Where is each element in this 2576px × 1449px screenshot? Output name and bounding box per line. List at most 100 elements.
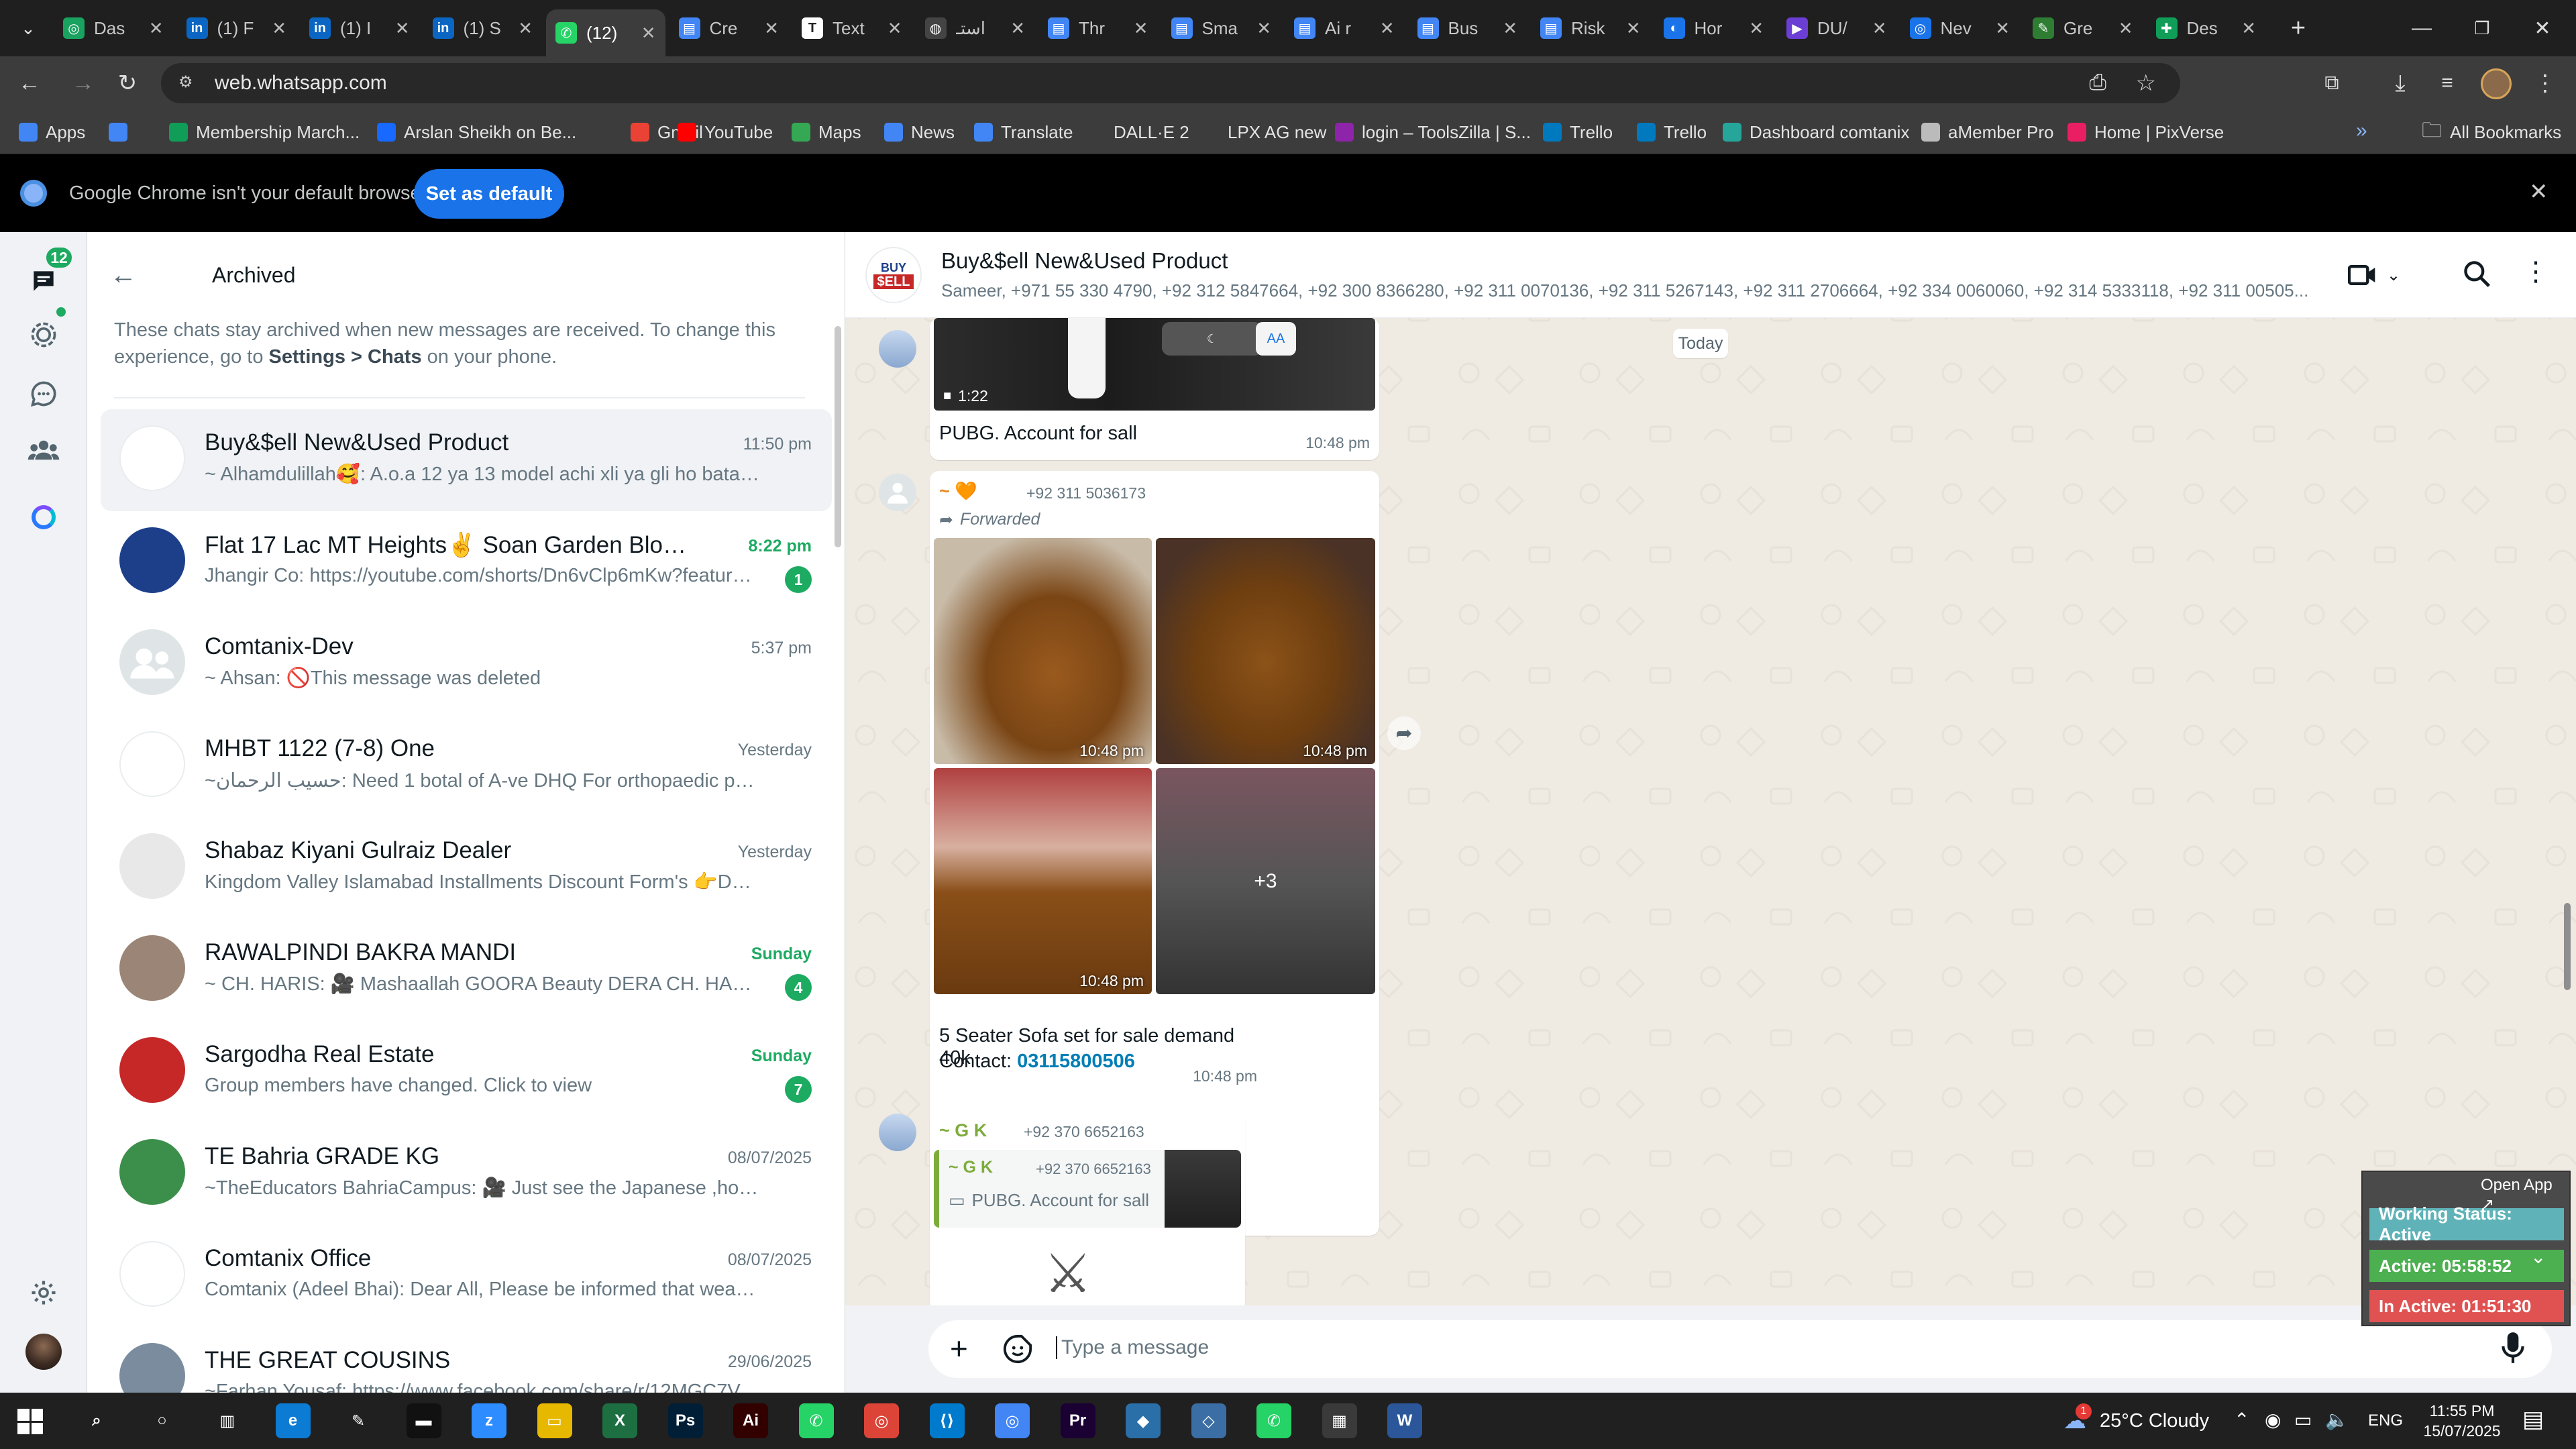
meta-ai-icon[interactable] bbox=[24, 498, 63, 537]
video-call-dropdown[interactable]: ⌄ bbox=[2348, 262, 2408, 288]
forward-icon[interactable]: → bbox=[67, 67, 99, 99]
start-button[interactable] bbox=[17, 1409, 43, 1434]
chat-avatar[interactable] bbox=[119, 425, 185, 491]
browser-tab[interactable]: ▤ Thr ✕ bbox=[1038, 9, 1158, 47]
site-info-icon[interactable]: ⚙ bbox=[178, 72, 200, 94]
bookmark-item[interactable]: login – ToolsZilla | S... bbox=[1335, 118, 1531, 146]
conversation-header[interactable]: BUY $ELL Buy&$ell New&Used Product Samee… bbox=[845, 232, 2576, 318]
browser-tab[interactable]: in (1) F ✕ bbox=[177, 9, 297, 47]
browser-tab[interactable]: ◎ Nev ✕ bbox=[1900, 9, 2020, 47]
profile-avatar[interactable] bbox=[2481, 68, 2512, 99]
message-bubble-reply[interactable]: ~ G K +92 370 6652163 ~ G K +92 370 6652… bbox=[930, 1111, 1245, 1312]
browser-tab[interactable]: ▶ DU/ ✕ bbox=[1777, 9, 1896, 47]
premiere-icon[interactable]: Pr bbox=[1060, 1403, 1095, 1438]
bookmark-item[interactable]: Apps bbox=[19, 118, 85, 146]
tab-close-icon[interactable]: ✕ bbox=[1872, 18, 1887, 39]
chat-avatar[interactable] bbox=[119, 935, 185, 1001]
chat-row[interactable]: Sargodha Real Estate Sunday Group members … bbox=[101, 1021, 832, 1123]
clock[interactable]: 11:55 PM 15/07/2025 bbox=[2415, 1401, 2509, 1441]
chrome-icon[interactable]: ◎ bbox=[864, 1403, 899, 1438]
browser-tab[interactable]: in (1) S ✕ bbox=[423, 9, 543, 47]
tab-close-icon[interactable]: ✕ bbox=[1134, 18, 1148, 39]
contact-phone-link[interactable]: 03115800506 bbox=[1017, 1051, 1135, 1072]
chat-avatar[interactable] bbox=[119, 1343, 185, 1393]
message-caption[interactable]: 5 Seater Sofa set for sale demand 40k Co… bbox=[930, 997, 1265, 1091]
set-as-default-button[interactable]: Set as default bbox=[414, 169, 564, 219]
tab-close-icon[interactable]: ✕ bbox=[149, 18, 164, 39]
bookmark-star-icon[interactable]: ☆ bbox=[2136, 70, 2156, 97]
chat-row[interactable]: Comtanix Office 08/07/2025 Comtanix (Adeel… bbox=[101, 1225, 832, 1327]
bookmark-item[interactable]: Membership March... bbox=[169, 118, 360, 146]
browser-tab[interactable]: ◎ Das ✕ bbox=[54, 9, 173, 47]
chat-row[interactable]: Comtanix-Dev 5:37 pm ~ Ahsan: 🚫This messag… bbox=[101, 613, 832, 715]
sender-name[interactable]: ~ 🧡 bbox=[939, 480, 977, 502]
tab-close-icon[interactable]: ✕ bbox=[395, 18, 410, 39]
browser-tab[interactable]: ▤ Ai r ✕ bbox=[1285, 9, 1404, 47]
show-hidden-icons[interactable]: ⌃ bbox=[2234, 1409, 2249, 1431]
file-explorer-icon[interactable]: ▭ bbox=[537, 1403, 572, 1438]
bookmark-item[interactable]: Translate bbox=[974, 118, 1073, 146]
chat-row[interactable]: TE Bahria GRADE KG 08/07/2025 ~TheEducator… bbox=[101, 1123, 832, 1225]
bookmark-item[interactable]: aMember Pro bbox=[1921, 118, 2054, 146]
chat-avatar[interactable] bbox=[119, 731, 185, 797]
photo-sofa-1[interactable]: 10:48 pm bbox=[934, 538, 1152, 764]
illustrator-icon[interactable]: Ai bbox=[733, 1403, 768, 1438]
browser-tab[interactable]: ✚ Des ✕ bbox=[2147, 9, 2266, 47]
group-avatar[interactable]: BUY $ELL bbox=[865, 247, 922, 303]
bookmark-item[interactable]: Trello bbox=[1637, 118, 1707, 146]
chat-row[interactable]: Flat 17 Lac MT Heights✌️ Soan Garden Blo… bbox=[101, 511, 832, 613]
chat-avatar[interactable] bbox=[119, 833, 185, 899]
close-infobar-icon[interactable]: ✕ bbox=[2529, 178, 2548, 205]
bookmark-item[interactable]: DALL·E 2 bbox=[1087, 118, 1189, 146]
browser-tab[interactable]: T Text ✕ bbox=[792, 9, 912, 47]
vscode-icon[interactable]: ⟨⟩ bbox=[929, 1403, 965, 1438]
sender-avatar[interactable] bbox=[879, 1114, 916, 1151]
bookmark-item[interactable]: YouTube bbox=[678, 118, 773, 146]
browser-tab[interactable]: ◐ Hor ✕ bbox=[1654, 9, 1774, 47]
back-arrow-icon[interactable]: ← bbox=[110, 260, 137, 290]
tab-close-icon[interactable]: ✕ bbox=[1995, 18, 2010, 39]
browser-tab[interactable]: in (1) I ✕ bbox=[300, 9, 419, 47]
tab-close-icon[interactable]: ✕ bbox=[518, 18, 533, 39]
sender-avatar[interactable] bbox=[879, 474, 916, 511]
network-icon[interactable]: ▭ bbox=[2294, 1409, 2312, 1431]
chat-row[interactable]: Shabaz Kiyani Gulraiz Dealer Yesterday Kin… bbox=[101, 817, 832, 919]
chat-row[interactable]: Buy&$ell New&Used Product 11:50 pm ~ Alham… bbox=[101, 409, 832, 511]
message-input[interactable]: + Type a message bbox=[928, 1320, 2552, 1378]
notifications-icon[interactable]: ▤ bbox=[2522, 1406, 2544, 1433]
excel-icon[interactable]: X bbox=[602, 1403, 637, 1438]
conversation-title[interactable]: Buy&$ell New&Used Product bbox=[941, 248, 1228, 274]
task-view-icon[interactable]: ▥ bbox=[210, 1403, 245, 1438]
calculator-icon[interactable]: ▦ bbox=[1322, 1403, 1357, 1438]
tab-close-icon[interactable]: ✕ bbox=[1010, 18, 1025, 39]
browser-tab[interactable]: ▤ Risk ✕ bbox=[1531, 9, 1650, 47]
reload-icon[interactable]: ↻ bbox=[111, 67, 144, 99]
status-nav-icon[interactable] bbox=[24, 315, 63, 354]
chat-avatar[interactable] bbox=[119, 1037, 185, 1103]
sender-avatar[interactable] bbox=[879, 330, 916, 368]
menu-icon[interactable]: ⋮ bbox=[2522, 256, 2549, 287]
sender-name[interactable]: ~ G K bbox=[939, 1120, 987, 1141]
chat-row[interactable]: RAWALPINDI BAKRA MANDI Sunday ~ CH. HARIS:… bbox=[101, 919, 832, 1021]
tab-close-icon[interactable]: ✕ bbox=[641, 23, 656, 44]
address-bar[interactable]: ⚙ web.whatsapp.com ⎙ ☆ bbox=[161, 63, 2180, 103]
search-icon[interactable] bbox=[2462, 259, 2496, 292]
photo-sofa-3[interactable]: 10:48 pm bbox=[934, 768, 1152, 994]
chrome-menu-icon[interactable]: ⋮ bbox=[2529, 67, 2561, 99]
tab-close-icon[interactable]: ✕ bbox=[1256, 18, 1271, 39]
forward-shortcut-icon[interactable]: ➦ bbox=[1387, 716, 1421, 750]
conversation-scrollbar[interactable] bbox=[2564, 903, 2571, 990]
download-icon[interactable]: ⤓ bbox=[2384, 67, 2416, 99]
chrome-app-icon[interactable]: ◎ bbox=[995, 1403, 1030, 1438]
chat-row[interactable]: MHBT 1122 (7-8) One Yesterday ~حسیب الرحما… bbox=[101, 715, 832, 817]
bookmark-item[interactable]: Dashboard comtanix bbox=[1723, 118, 1909, 146]
photo-sofa-2[interactable]: 10:48 pm bbox=[1156, 538, 1375, 764]
profile-avatar[interactable] bbox=[25, 1334, 62, 1370]
bookmark-item[interactable]: LPX AG new bbox=[1201, 118, 1326, 146]
cortana-icon[interactable]: ○ bbox=[144, 1403, 180, 1438]
close-window-button[interactable]: ✕ bbox=[2509, 0, 2576, 56]
tab-close-icon[interactable]: ✕ bbox=[1380, 18, 1395, 39]
whatsapp-icon[interactable]: ✆ bbox=[798, 1403, 834, 1438]
communities-nav-icon[interactable] bbox=[24, 431, 63, 470]
browser-tab[interactable]: ▤ Bus ✕ bbox=[1408, 9, 1527, 47]
